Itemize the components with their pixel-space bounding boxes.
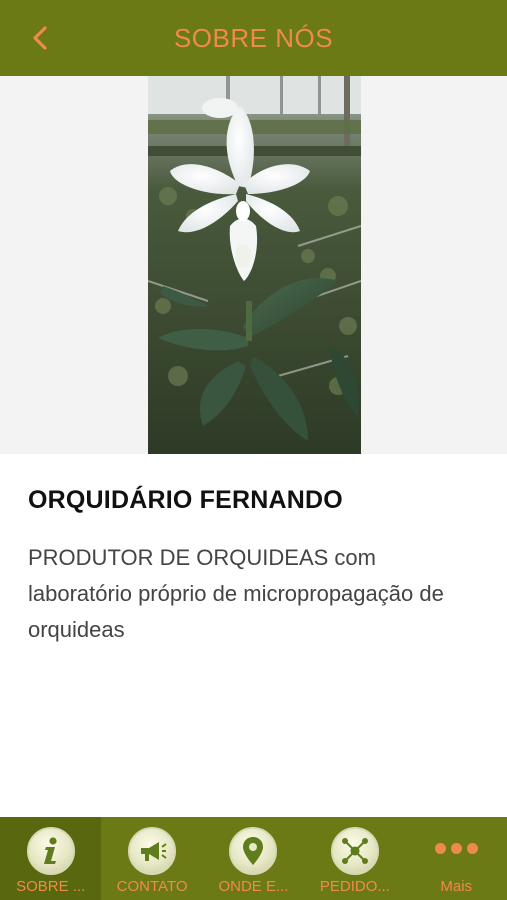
network-icon — [330, 827, 379, 875]
info-icon — [26, 827, 75, 875]
company-title: ORQUIDÁRIO FERNANDO — [28, 486, 343, 514]
tab-label: ONDE E... — [218, 878, 289, 895]
more-dots-icon — [434, 843, 478, 854]
page-title: SOBRE NÓS — [173, 22, 334, 53]
tab-sobre[interactable]: SOBRE ... — [0, 817, 102, 900]
tab-mais[interactable]: Mais — [406, 817, 507, 900]
tab-label: PEDIDO... — [319, 878, 390, 895]
tab-label: CONTATO — [116, 878, 188, 895]
tab-label: SOBRE ... — [16, 878, 86, 895]
tab-contato[interactable]: CONTATO — [101, 817, 202, 900]
tab-bar: SOBRE ... CONTATO ONDE E... PEDIDO... Ma… — [0, 817, 507, 900]
tab-onde-estamos[interactable]: ONDE E... — [203, 817, 304, 900]
company-description: PRODUTOR DE ORQUIDEAS com laboratório pr… — [28, 545, 444, 642]
map-pin-icon — [229, 827, 278, 875]
orchid-photo — [148, 76, 361, 454]
header-bar: SOBRE NÓS — [0, 0, 507, 76]
content-area: ORQUIDÁRIO FERNANDO PRODUTOR DE ORQUIDEA… — [0, 454, 507, 817]
chevron-left-icon — [33, 26, 47, 50]
tab-label: Mais — [440, 878, 473, 895]
back-button[interactable] — [22, 18, 58, 58]
tab-pedidos[interactable]: PEDIDO... — [304, 817, 405, 900]
hero-area — [0, 76, 507, 454]
megaphone-icon — [128, 827, 177, 875]
